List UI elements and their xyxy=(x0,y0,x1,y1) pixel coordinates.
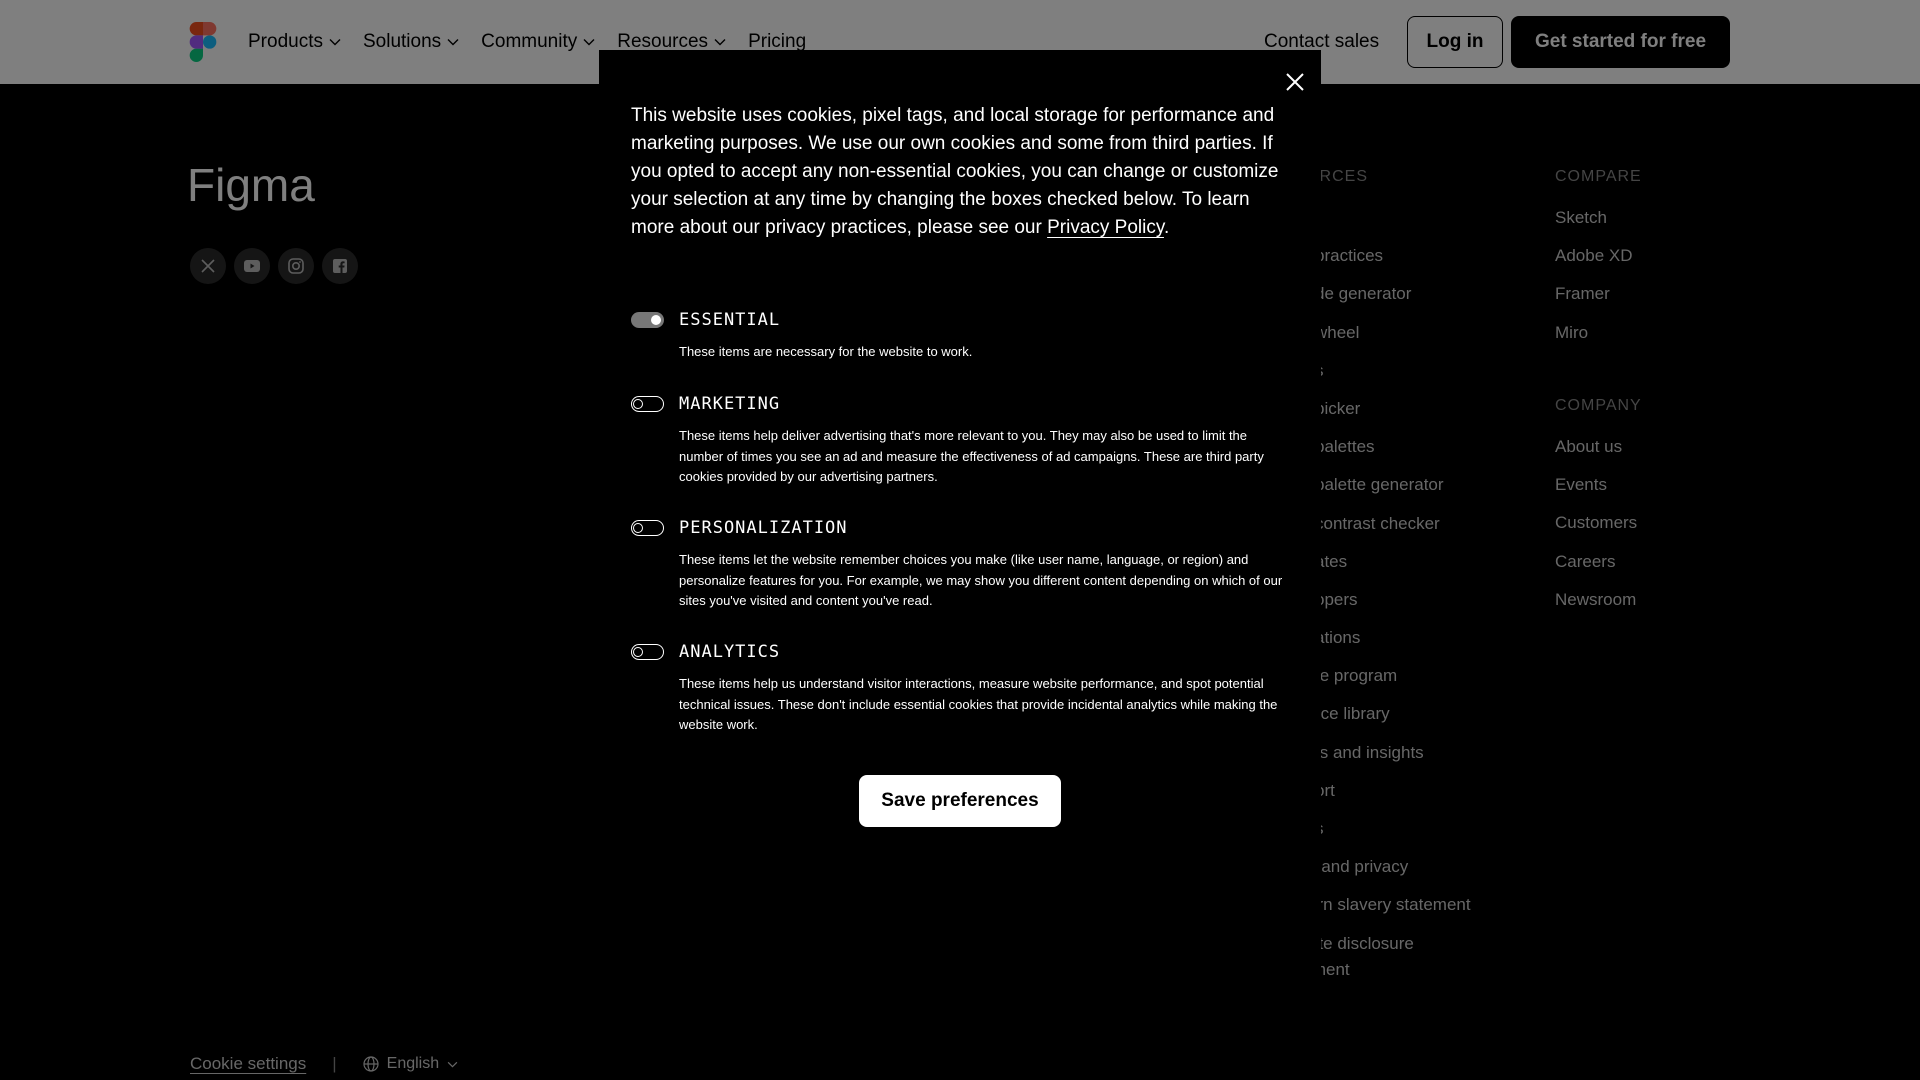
privacy-policy-link[interactable]: Privacy Policy xyxy=(1047,217,1164,238)
intro-end: . xyxy=(1163,217,1170,238)
marketing-toggle[interactable] xyxy=(631,396,664,412)
close-button[interactable] xyxy=(1281,68,1309,96)
analytics-toggle[interactable] xyxy=(631,644,664,660)
toggle-knob xyxy=(633,646,643,657)
pref-title: PERSONALIZATION xyxy=(679,518,848,538)
personalization-toggle[interactable] xyxy=(631,520,664,536)
pref-title: MARKETING xyxy=(679,394,781,414)
pref-title: ANALYTICS xyxy=(679,642,781,662)
pref-description: These items are necessary for the websit… xyxy=(679,344,973,359)
intro-body: This website uses cookies, pixel tags, a… xyxy=(631,105,1279,238)
pref-description: These items let the website remember cho… xyxy=(679,552,1283,608)
cookie-intro-text: This website uses cookies, pixel tags, a… xyxy=(631,102,1291,242)
pref-description: These items help us understand visitor i… xyxy=(679,676,1278,732)
pref-description: These items help deliver advertising tha… xyxy=(679,428,1264,484)
cookie-preferences-dialog: This website uses cookies, pixel tags, a… xyxy=(599,50,1321,1080)
close-icon xyxy=(1286,73,1304,91)
toggle-knob xyxy=(633,398,643,409)
toggle-knob xyxy=(651,314,661,325)
pref-title: ESSENTIAL xyxy=(679,310,781,330)
toggle-knob xyxy=(633,522,643,533)
essential-toggle[interactable] xyxy=(631,312,664,328)
save-preferences-button[interactable]: Save preferences xyxy=(859,775,1061,827)
